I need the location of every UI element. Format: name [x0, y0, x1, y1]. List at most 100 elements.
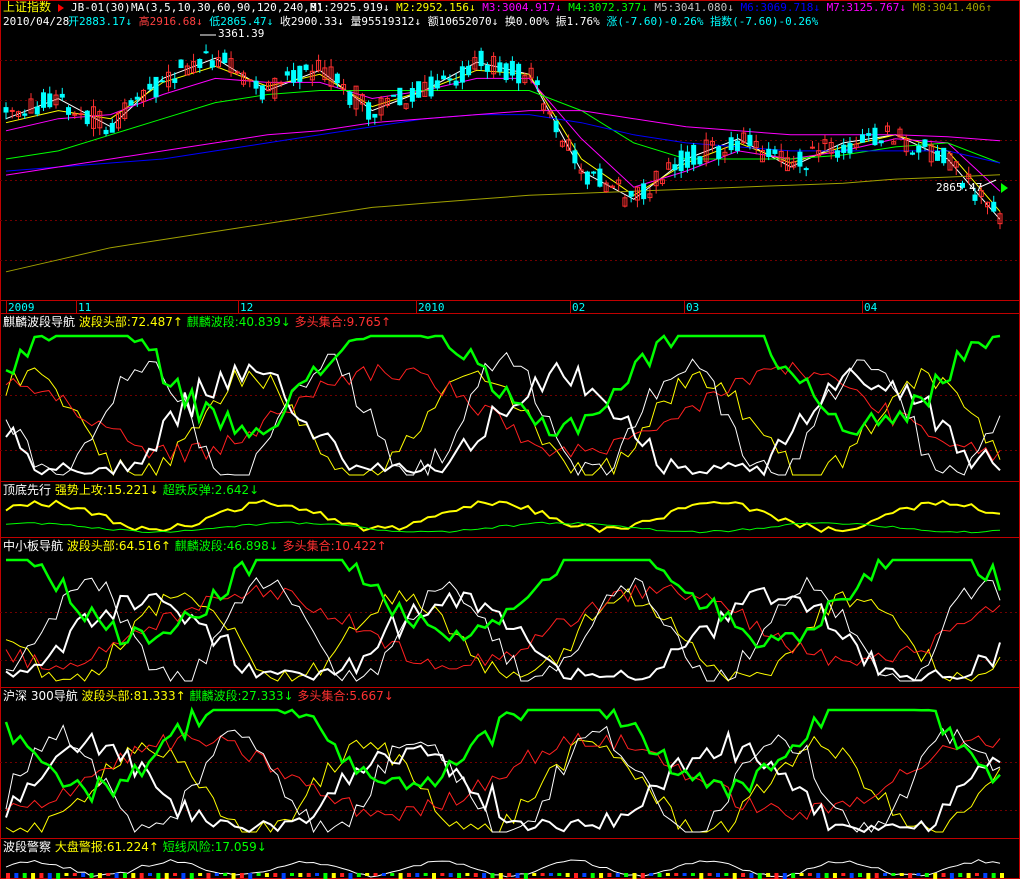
- candlestick: [516, 62, 522, 91]
- alert-bar: [657, 873, 662, 877]
- alert-bar: [490, 873, 495, 878]
- alert-bar: [56, 873, 61, 879]
- alert-bar: [256, 873, 261, 876]
- time-tick-label: 04: [864, 301, 878, 314]
- candlestick: [541, 102, 547, 114]
- candlestick: [409, 82, 415, 108]
- candlestick: [547, 109, 553, 119]
- candlestick: [166, 64, 172, 92]
- alert-bar: [682, 873, 687, 876]
- indicator-panels[interactable]: [4, 334, 1004, 879]
- candlestick: [647, 187, 653, 202]
- chart-canvas[interactable]: 上证指数 JB-01(30) MA(3,5,10,30,60,90,120,24…: [0, 0, 1020, 879]
- alert-bar: [590, 873, 595, 878]
- high-price-label: 3361.39: [218, 27, 264, 40]
- candlestick: [953, 161, 959, 176]
- alert-bar: [114, 873, 119, 878]
- candlestick: [247, 79, 253, 88]
- value-item: M1:2925.919↓: [310, 1, 396, 14]
- candlestick: [459, 60, 465, 90]
- indicator-panel-title: 沪深 300导航 波段头部:81.333↑ 麒麟波段:27.333↓ 多头集合:…: [3, 688, 394, 703]
- candlestick: [403, 103, 409, 111]
- alert-bar: [440, 873, 445, 876]
- alert-bar: [507, 873, 512, 877]
- alert-bar: [557, 873, 562, 876]
- time-tick-label: 2010: [418, 301, 445, 314]
- alert-bar: [365, 873, 370, 876]
- value-item: 高2916.68↓: [139, 14, 210, 28]
- alert-bar: [741, 873, 746, 877]
- alert-bar: [849, 873, 854, 878]
- candlestick: [3, 102, 9, 120]
- candlestick: [566, 134, 572, 151]
- candlestick: [584, 170, 590, 190]
- alert-bar: [858, 873, 862, 877]
- alert-bar: [323, 873, 328, 879]
- candlestick: [322, 60, 328, 83]
- candlestick: [28, 93, 34, 114]
- alert-bar: [958, 873, 963, 877]
- alert-bar: [473, 873, 478, 877]
- main-price-chart[interactable]: 3361.39 2865.47: [3, 27, 1008, 273]
- alert-bar: [640, 873, 645, 878]
- oscillator-line-green: [5, 521, 1001, 534]
- candlestick: [366, 100, 372, 126]
- alert-bar: [47, 873, 52, 879]
- alert-bar: [164, 873, 169, 879]
- time-tick-label: 02: [572, 301, 585, 314]
- candlestick: [872, 123, 878, 146]
- alert-bar: [816, 873, 821, 878]
- candlestick: [453, 73, 459, 89]
- alert-bar: [340, 873, 345, 877]
- candlestick: [228, 51, 234, 77]
- alert-bar: [824, 873, 829, 878]
- play-arrow-icon[interactable]: [58, 4, 64, 12]
- alert-bar: [949, 873, 954, 879]
- alert-bar: [248, 873, 253, 879]
- candlestick: [841, 138, 847, 160]
- alert-bar: [866, 873, 871, 879]
- candlestick: [641, 179, 647, 205]
- alert-bar: [97, 873, 102, 878]
- alert-bar: [916, 873, 921, 876]
- alert-bar: [315, 873, 320, 876]
- candlestick: [809, 140, 815, 150]
- alert-bar: [891, 873, 896, 876]
- indicator-panel-title: 麒麟波段导航 波段头部:72.487↑ 麒麟波段:40.839↓ 多头集合:9.…: [3, 314, 391, 329]
- alert-bar: [749, 873, 754, 878]
- candlestick: [697, 156, 703, 166]
- alert-bar: [974, 873, 979, 876]
- alert-bar: [198, 873, 203, 876]
- candlestick: [341, 78, 347, 95]
- alert-bar: [599, 873, 604, 878]
- alert-bar: [716, 873, 720, 877]
- oscillator-line-green: [4, 706, 1001, 805]
- candlestick: [759, 145, 765, 163]
- alert-bar: [81, 873, 86, 877]
- candlestick: [803, 166, 809, 177]
- candlestick: [859, 128, 865, 143]
- candlestick: [816, 142, 822, 163]
- oscillator-line-white-thick: [5, 729, 1001, 834]
- alert-bar: [423, 873, 428, 876]
- candlestick: [603, 180, 609, 193]
- alert-bar: [406, 873, 411, 877]
- alert-bar: [273, 873, 278, 877]
- alert-bar: [390, 873, 395, 876]
- indicator-panel-title: 中小板导航 波段头部:64.516↑ 麒麟波段:46.898↓ 多头集合:10.…: [3, 538, 387, 553]
- alert-bar: [498, 873, 503, 879]
- indicator-panel: [5, 334, 1001, 477]
- value-item: 指数(-7.60)-0.26%: [710, 14, 818, 28]
- candlestick: [397, 87, 403, 106]
- alert-bar: [331, 873, 336, 878]
- indicator-panel-title: 顶底先行 强势上攻:15.221↓ 超跌反弹:2.642↓: [3, 482, 259, 497]
- alert-bar: [523, 873, 528, 879]
- candlestick: [753, 134, 759, 155]
- candlestick: [734, 133, 740, 154]
- candlestick: [616, 176, 622, 191]
- candlestick: [666, 157, 672, 171]
- candlestick: [434, 73, 440, 91]
- candlestick: [59, 87, 65, 101]
- candlestick: [241, 70, 247, 87]
- candlestick: [303, 63, 309, 72]
